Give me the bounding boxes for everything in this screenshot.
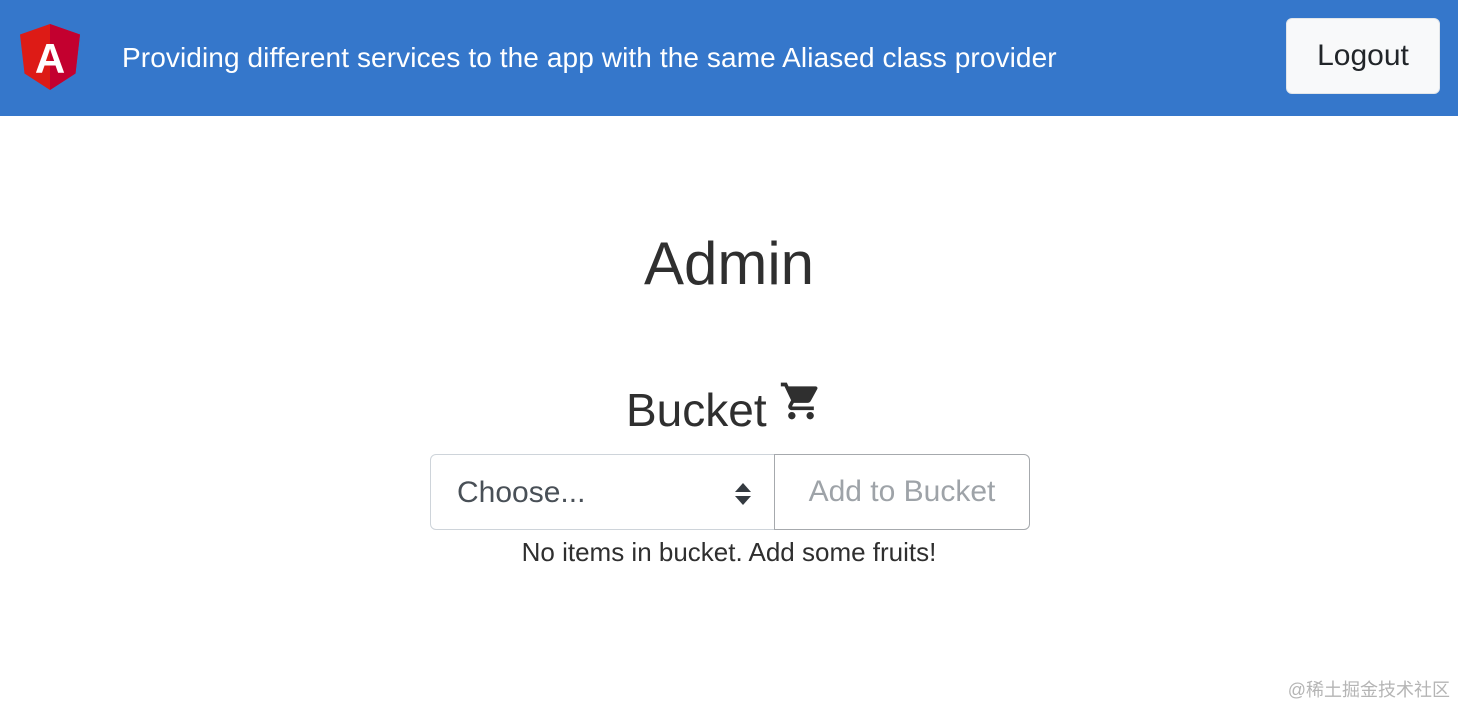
angular-logo-icon: A [20, 24, 80, 90]
add-fruit-input-group: Choose... Add to Bucket [430, 454, 1030, 530]
bucket-label: Bucket [626, 384, 767, 436]
navbar-title: Providing different services to the app … [122, 42, 1057, 73]
add-to-bucket-button[interactable]: Add to Bucket [774, 454, 1030, 530]
logo-letter: A [35, 35, 65, 82]
fruit-select[interactable]: Choose... [430, 454, 775, 530]
empty-bucket-message: No items in bucket. Add some fruits! [521, 537, 937, 567]
logout-button[interactable]: Logout [1286, 18, 1440, 94]
fruit-select-value: Choose... [457, 476, 586, 509]
shopping-cart-icon [780, 382, 818, 420]
watermark: @稀土掘金技术社区 [1287, 680, 1450, 700]
page-title: Admin [643, 230, 815, 297]
select-arrows-icon [735, 483, 751, 505]
bucket-heading: Bucket [626, 382, 823, 438]
top-navbar: A Providing different services to the ap… [0, 0, 1458, 116]
